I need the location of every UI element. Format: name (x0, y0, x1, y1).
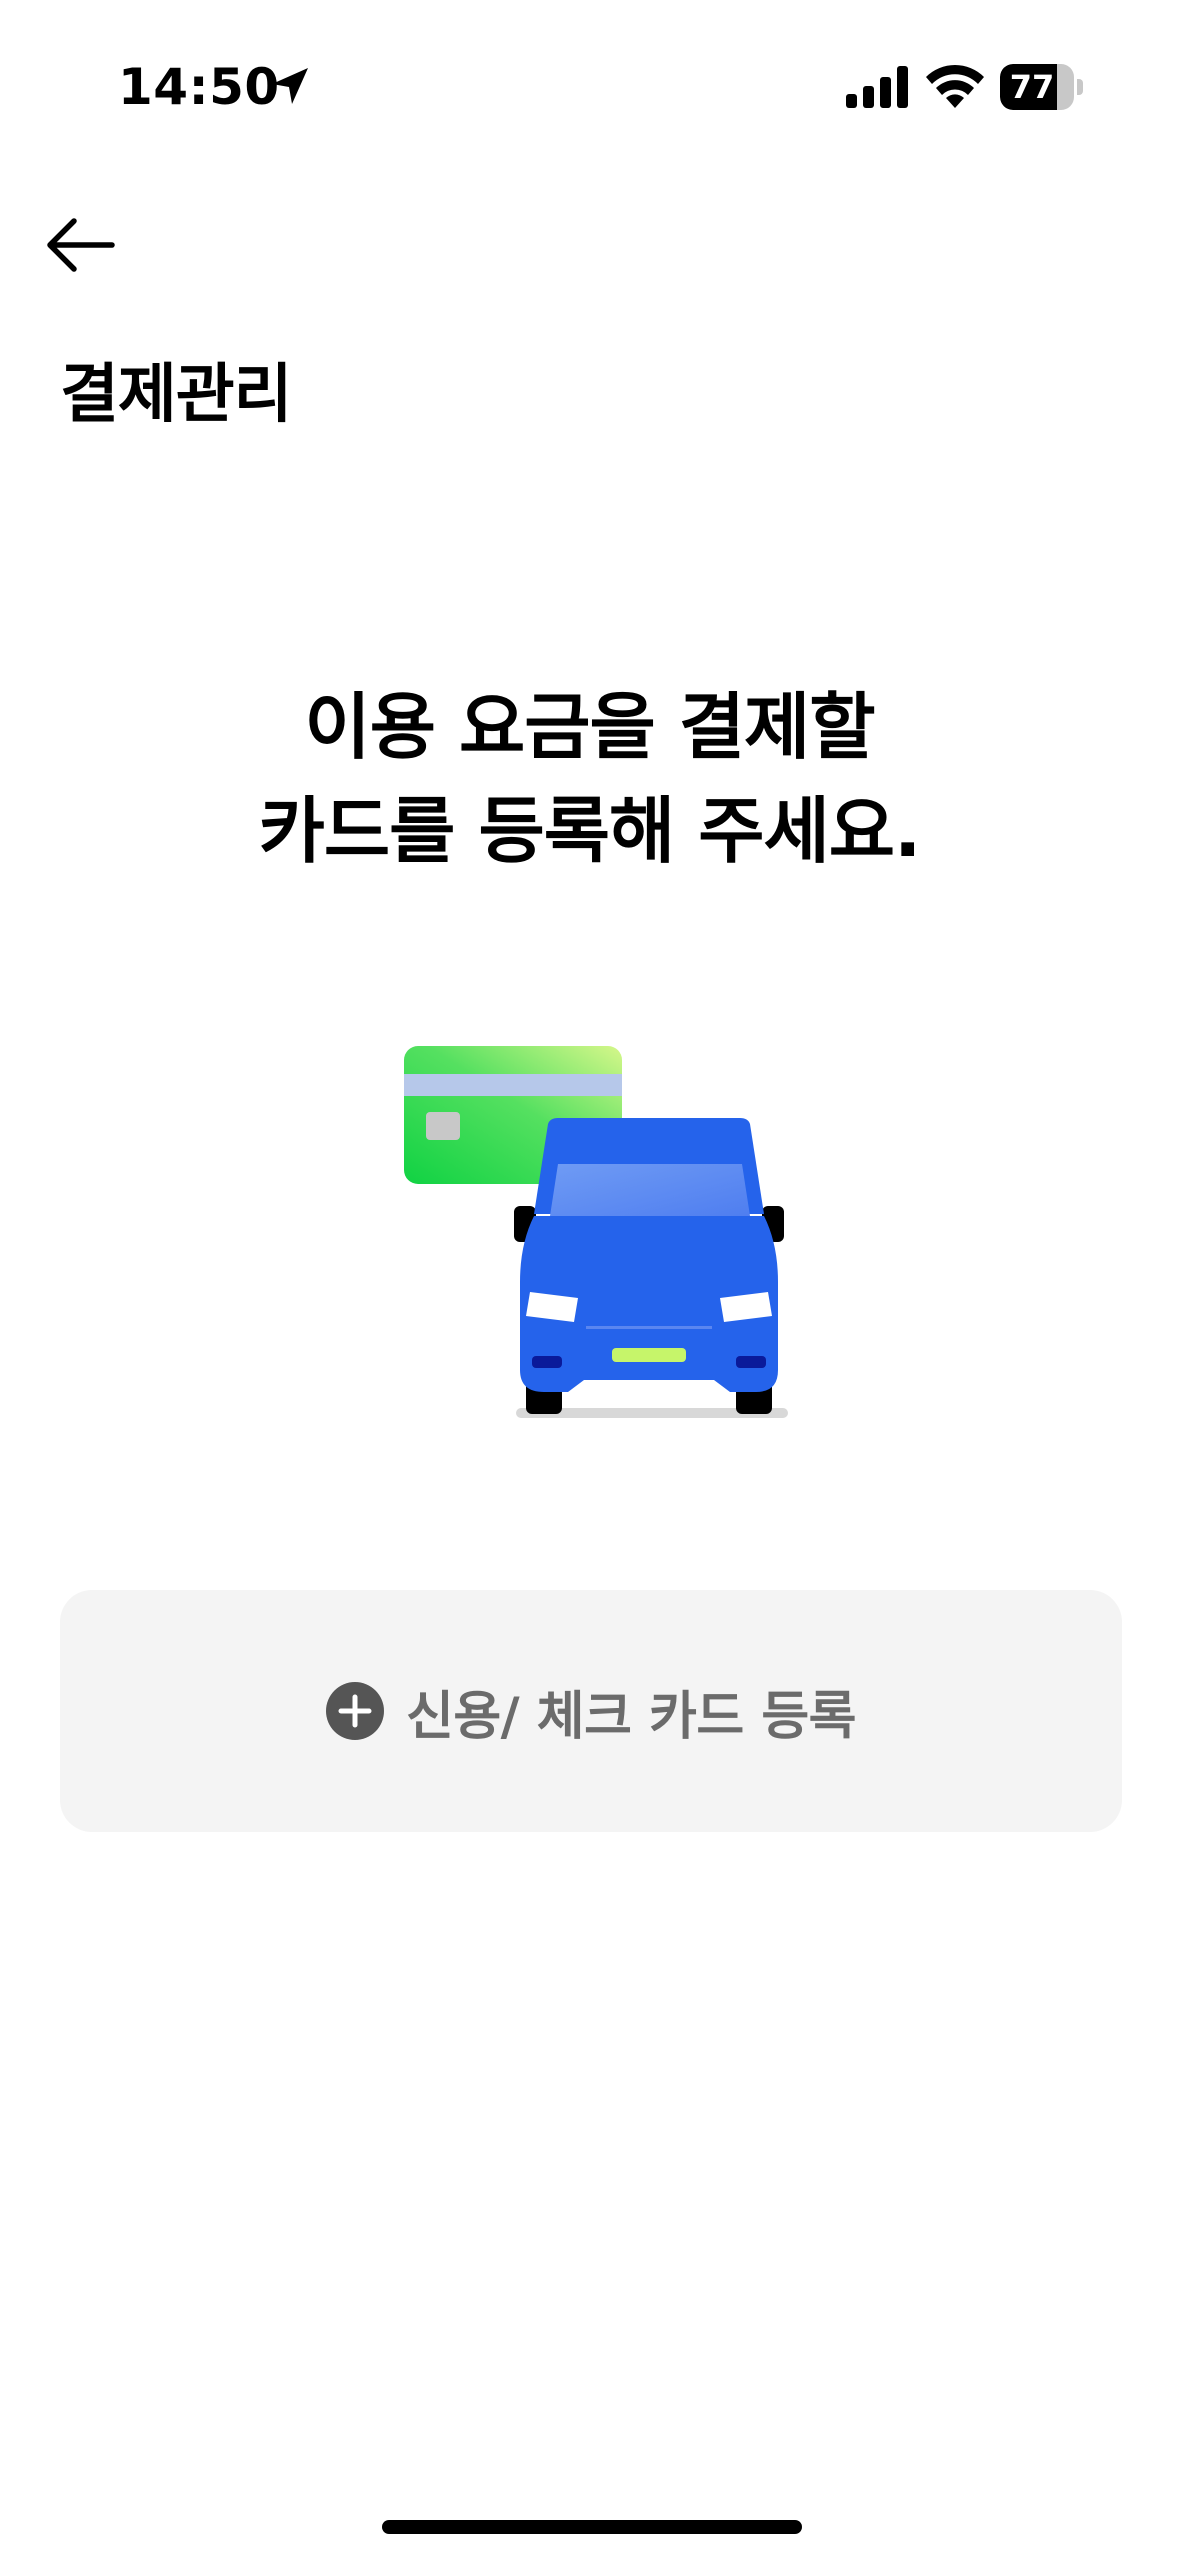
status-bar: 14:50 77 (0, 0, 1179, 170)
battery-cap (1077, 79, 1083, 95)
status-time: 14:50 (118, 58, 280, 116)
arrow-left-icon (47, 218, 115, 272)
location-arrow-icon (272, 68, 308, 104)
home-indicator[interactable] (382, 2520, 802, 2534)
cellular-signal-icon (846, 66, 908, 108)
register-card-button[interactable]: 신용/ 체크 카드 등록 (60, 1590, 1122, 1832)
headline-line-1: 이용 요금을 결제할 (304, 685, 875, 769)
truck-graphic (514, 1118, 788, 1418)
headline-line-2: 카드를 등록해 주세요. (258, 789, 922, 873)
headline: 이용 요금을 결제할 카드를 등록해 주세요. (0, 675, 1179, 883)
battery-icon: 77 (1000, 64, 1084, 110)
plus-circle-icon (325, 1682, 384, 1740)
credit-card-and-blue-truck-illustration (404, 1046, 788, 1418)
wifi-icon (926, 64, 984, 108)
page-title: 결제관리 (60, 358, 293, 432)
battery-level: 77 (1009, 68, 1055, 106)
back-button[interactable] (30, 200, 130, 290)
battery-body: 77 (1000, 64, 1074, 110)
register-card-label: 신용/ 체크 카드 등록 (405, 1686, 857, 1747)
